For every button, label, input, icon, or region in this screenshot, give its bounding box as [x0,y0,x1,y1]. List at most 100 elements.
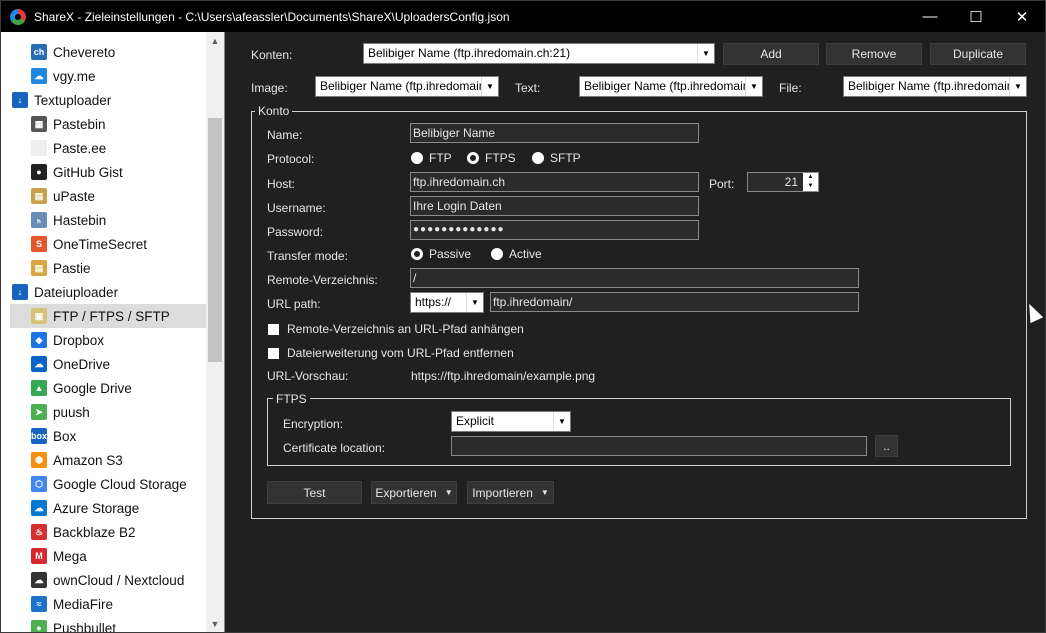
tree-item-label: Backblaze B2 [53,524,136,540]
chevron-down-icon[interactable]: ▼ [803,182,818,191]
append-remote-dir-checkbox[interactable]: Remote-Verzeichnis an URL-Pfad anhängen [268,322,524,336]
tree-item[interactable]: ▦ Pastebin [31,112,106,136]
tree-item[interactable]: ♨ Backblaze B2 [31,520,136,544]
chevron-up-icon[interactable]: ▲ [803,173,818,182]
azure-icon: ☁ [31,500,47,516]
tree-item[interactable]: ⬡ Google Cloud Storage [31,472,187,496]
tree-item-label: FTP / FTPS / SFTP [53,308,170,324]
tree-item[interactable]: M Mega [31,544,87,568]
url-path-input[interactable]: ftp.ihredomain/ [490,292,859,312]
username-input[interactable]: Ihre Login Daten [410,196,699,216]
minimize-button[interactable]: — [907,1,953,32]
tree-item[interactable]: ₕ Hastebin [31,208,106,232]
browse-certificate-button[interactable]: .. [875,435,898,457]
tree-item[interactable]: ▲ Google Drive [31,376,132,400]
transfer-active-radio[interactable]: Active [491,247,542,261]
tree-item-label: Hastebin [53,212,107,228]
host-input[interactable]: ftp.ihredomain.ch [410,172,699,192]
scroll-up-icon[interactable]: ▲ [206,32,224,49]
tree-item-label: puush [53,404,90,420]
name-label: Name: [267,128,303,142]
destination-tree[interactable]: ch Chevereto ☁ vgy.me ↓ Textuploader ▦ Pastebin… [1,32,225,632]
encryption-combo[interactable]: Explicit ▼ [451,411,571,432]
remote-dir-input[interactable]: / [410,268,859,288]
remove-extension-checkbox[interactable]: Dateierweiterung vom URL-Pfad entfernen [268,346,514,360]
chevereto-icon: ch [31,44,47,60]
duplicate-button[interactable]: Duplicate [930,43,1026,65]
ftp-icon: ▣ [31,308,47,324]
radio-icon [411,152,423,164]
tree-item[interactable]: ☁ OneDrive [31,352,110,376]
image-label: Image: [251,81,288,95]
port-stepper[interactable]: 21 ▲ ▼ [747,172,819,192]
name-input[interactable]: Belibiger Name [410,123,699,143]
file-label: File: [779,81,802,95]
close-button[interactable]: ✕ [999,1,1045,32]
tree-item[interactable]: Paste.ee [31,136,106,160]
protocol-ftp-radio[interactable]: FTP [411,151,452,165]
port-label: Port: [709,177,735,191]
url-scheme-combo[interactable]: https:// ▼ [410,292,484,313]
tree-item[interactable]: ● GitHub Gist [31,160,123,184]
radio-icon [491,248,503,260]
tree-item[interactable]: ◆ Dropbox [31,328,104,352]
chevron-down-icon: ▼ [540,488,549,497]
page-icon [31,140,47,156]
accounts-combo[interactable]: Belibiger Name (ftp.ihredomain.ch:21) ▼ [363,43,715,64]
scroll-down-icon[interactable]: ▼ [206,615,224,632]
tree-item[interactable]: ▤ uPaste [31,184,95,208]
tree-scrollbar[interactable]: ▲ ▼ [206,32,224,632]
scroll-thumb[interactable] [208,118,222,362]
url-preview-label: URL-Vorschau: [267,369,349,383]
tree-item-label: Mega [53,548,87,564]
chevron-down-icon: ▼ [444,488,453,497]
protocol-sftp-radio[interactable]: SFTP [532,151,581,165]
image-uploader-combo[interactable]: Belibiger Name (ftp.ihredomain.ch:21) ▼ [315,76,499,97]
sharex-logo-icon [10,8,26,25]
add-button[interactable]: Add [723,43,819,65]
tree-item[interactable]: ▣ FTP / FTPS / SFTP [10,304,207,328]
password-input[interactable]: ●●●●●●●●●●●●● [410,220,699,240]
tree-item-label: Google Cloud Storage [53,476,187,492]
tree-item[interactable]: ☁ Azure Storage [31,496,139,520]
tree-item[interactable]: ⬢ Amazon S3 [31,448,123,472]
tree-item-label: GitHub Gist [53,164,123,180]
tree-item[interactable]: ➤ puush [31,400,90,424]
ftps-group-title: FTPS [273,392,310,406]
tree-item-label: vgy.me [53,68,96,84]
pastie-icon: ▤ [31,260,47,276]
import-button[interactable]: Importieren ▼ [467,481,554,504]
tree-item[interactable]: ch Chevereto [31,40,115,64]
certificate-label: Certificate location: [283,441,386,455]
tree-item[interactable]: S OneTimeSecret [31,232,147,256]
tree-item[interactable]: ☁ ownCloud / Nextcloud [31,568,184,592]
protocol-ftps-radio[interactable]: FTPS [467,151,516,165]
file-uploader-combo[interactable]: Belibiger Name (ftp.ihredomain.ch:21) ▼ [843,76,1027,97]
tree-category[interactable]: ↓ Textuploader [12,88,111,112]
tree-item[interactable]: ≈ MediaFire [31,592,113,616]
stepper-buttons[interactable]: ▲ ▼ [803,173,818,191]
tree-item-label: Pastie [53,260,91,276]
sharex-window: ShareX - Zieleinstellungen - C:\Users\af… [0,0,1046,633]
certificate-input[interactable] [451,436,867,456]
remove-button[interactable]: Remove [826,43,922,65]
category-arrow-icon: ↓ [12,284,28,300]
tree-category[interactable]: ↓ Dateiuploader [12,280,118,304]
tree-item[interactable]: box Box [31,424,76,448]
tree-item[interactable]: ● Pushbullet [31,616,116,632]
tree-item[interactable]: ☁ vgy.me [31,64,96,88]
maximize-button[interactable]: ☐ [953,1,999,32]
export-button[interactable]: Exportieren ▼ [371,481,457,504]
encryption-value: Explicit [456,414,495,428]
window-title: ShareX - Zieleinstellungen - C:\Users\af… [34,9,510,24]
tree-item-label: Dropbox [53,332,105,348]
text-uploader-combo[interactable]: Belibiger Name (ftp.ihredomain.ch:21) ▼ [579,76,763,97]
tree-item[interactable]: ▤ Pastie [31,256,91,280]
transfer-passive-radio[interactable]: Passive [411,247,471,261]
radio-label: SFTP [550,151,581,165]
chevron-down-icon: ▼ [745,77,762,96]
tree-item-label: OneTimeSecret [53,236,148,252]
checkbox-label: Remote-Verzeichnis an URL-Pfad anhängen [287,322,524,336]
radio-selected-icon [467,152,479,164]
test-button[interactable]: Test [267,481,362,504]
